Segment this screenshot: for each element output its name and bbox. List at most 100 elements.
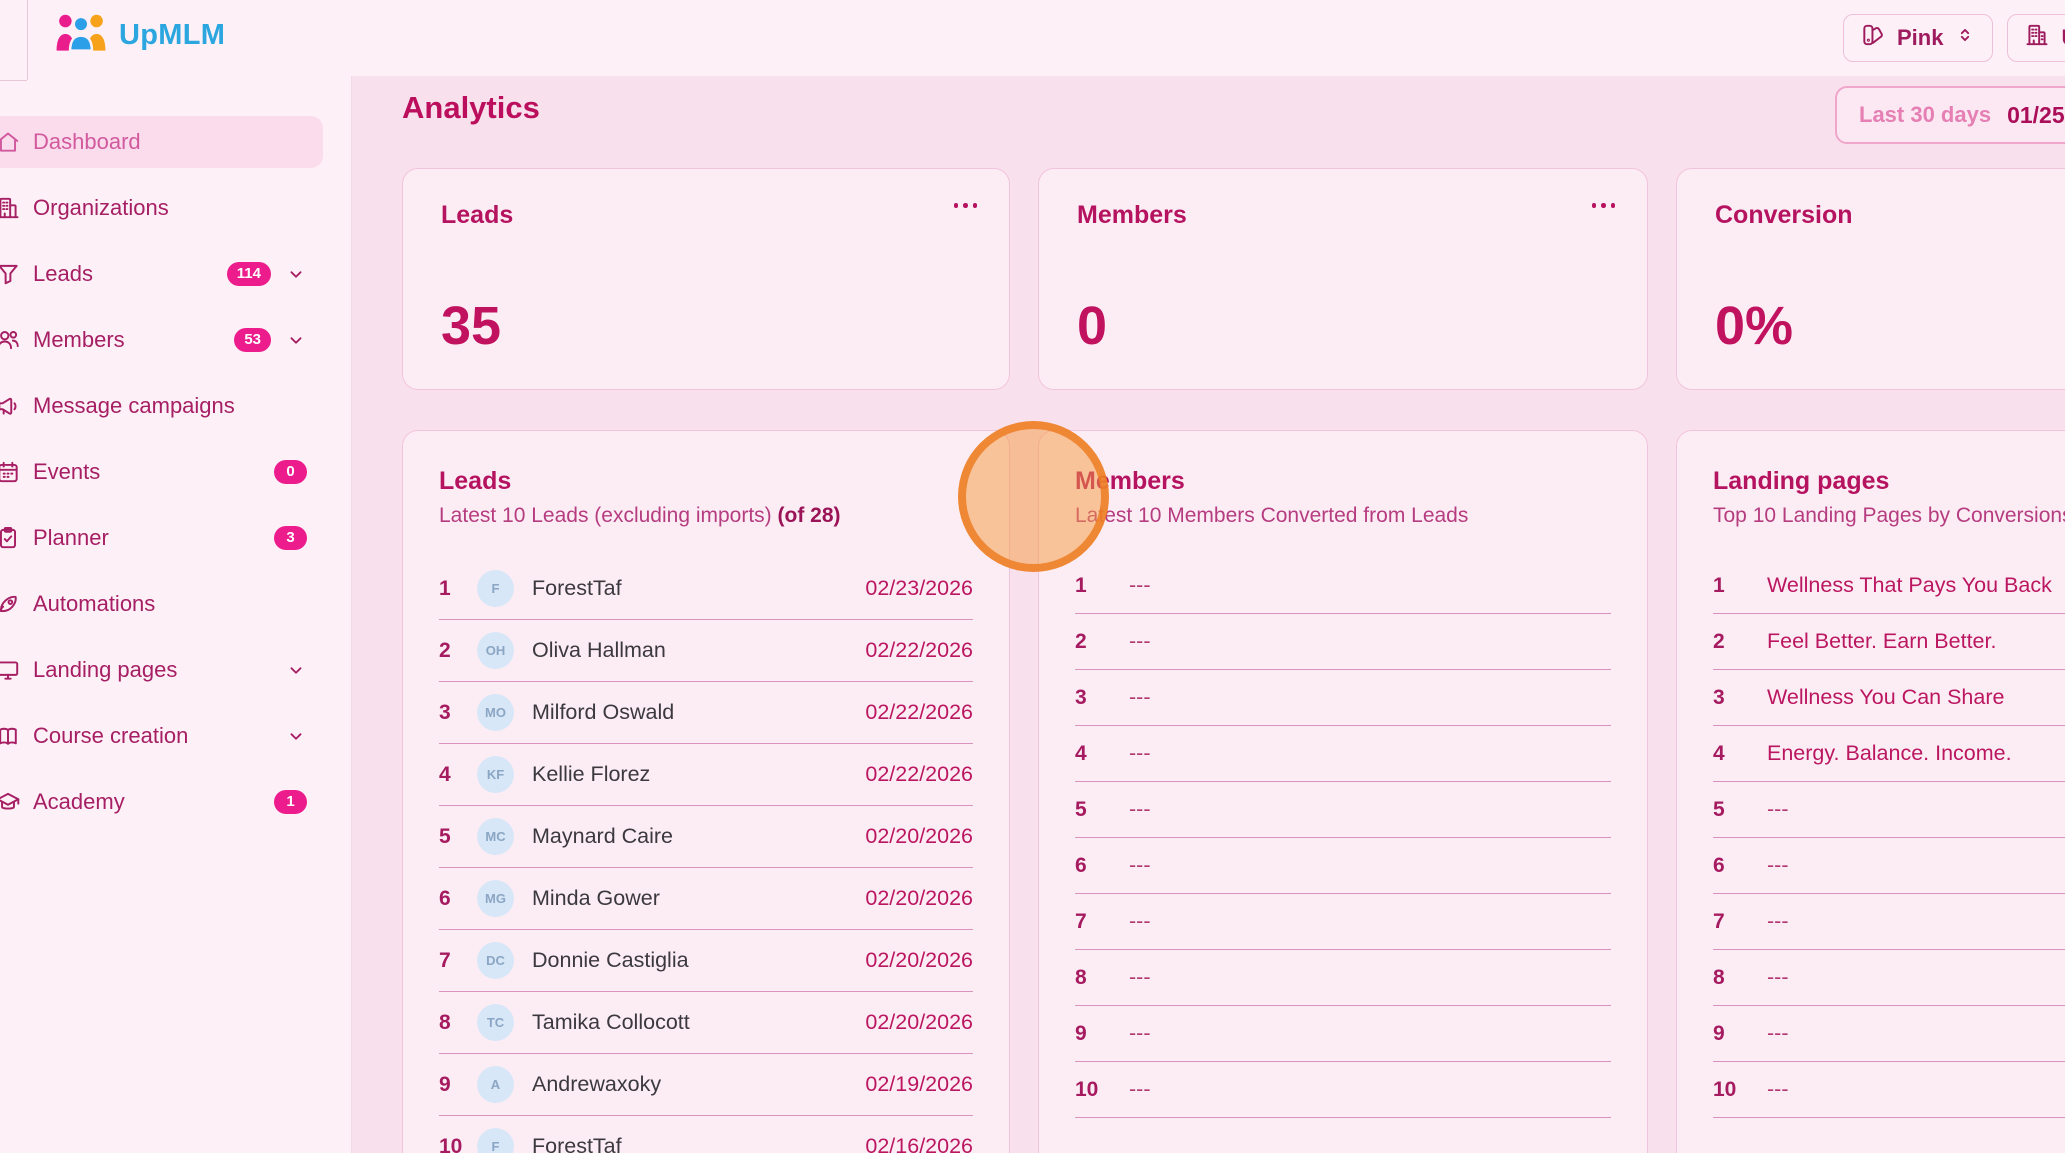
table-row[interactable]: 3 MO Milford Oswald 02/22/2026: [439, 682, 973, 744]
table-row[interactable]: 5 MC Maynard Caire 02/20/2026: [439, 806, 973, 868]
lead-name: Andrewaxoky: [532, 1072, 661, 1097]
stat-card-value: 0%: [1715, 299, 2065, 353]
building-icon: [2024, 22, 2050, 54]
ellipsis-menu-button[interactable]: [1592, 203, 1616, 208]
row-rank: 8: [1075, 966, 1101, 990]
table-row: 9 ---: [1713, 1006, 2065, 1062]
lead-date: 02/20/2026: [865, 824, 973, 849]
topbar-actions: Pink U: [1843, 14, 2065, 62]
table-row[interactable]: 2 Feel Better. Earn Better.: [1713, 614, 2065, 670]
table-row[interactable]: 3 Wellness You Can Share: [1713, 670, 2065, 726]
landing-page-name[interactable]: Energy. Balance. Income.: [1767, 741, 2012, 766]
avatar: OH: [477, 632, 514, 669]
sidebar-item-leads[interactable]: Leads 114: [0, 248, 323, 300]
member-placeholder: ---: [1129, 629, 1150, 654]
row-rank: 5: [1075, 798, 1101, 822]
chevron-down-icon[interactable]: [285, 725, 307, 747]
leads-list-card: Leads Latest 10 Leads (excluding imports…: [402, 430, 1010, 1153]
leads-rows: 1 F ForestTaf 02/23/2026 2 OH Oliva Hall…: [439, 558, 973, 1153]
people-icon: [0, 327, 21, 353]
lead-date: 02/23/2026: [865, 576, 973, 601]
landing-page-placeholder: ---: [1767, 909, 1788, 934]
table-row[interactable]: 8 TC Tamika Collocott 02/20/2026: [439, 992, 973, 1054]
sidebar-item-course-creation[interactable]: Course creation: [0, 710, 323, 762]
count-badge: 114: [227, 262, 271, 287]
table-row[interactable]: 7 DC Donnie Castiglia 02/20/2026: [439, 930, 973, 992]
row-rank: 1: [1713, 574, 1739, 598]
date-range-filter[interactable]: Last 30 days 01/25/20: [1835, 86, 2065, 144]
organization-name: U: [2061, 25, 2065, 51]
lead-name: Donnie Castiglia: [532, 948, 689, 973]
table-row: 1 ---: [1075, 558, 1611, 614]
table-row[interactable]: 1 Wellness That Pays You Back: [1713, 558, 2065, 614]
sidebar-item-automations[interactable]: Automations: [0, 578, 323, 630]
landing-pages-list-card: Landing pages Top 10 Landing Pages by Co…: [1676, 430, 2065, 1153]
list-subtitle: Latest 10 Members Converted from Leads: [1075, 504, 1611, 528]
table-row[interactable]: 1 F ForestTaf 02/23/2026: [439, 558, 973, 620]
sidebar-item-planner[interactable]: Planner 3: [0, 512, 323, 564]
lead-name: Oliva Hallman: [532, 638, 666, 663]
table-row[interactable]: 6 MG Minda Gower 02/20/2026: [439, 868, 973, 930]
graduation-cap-icon: [0, 789, 21, 815]
list-title: Landing pages: [1713, 467, 2065, 496]
chevron-down-icon[interactable]: [285, 329, 307, 351]
stat-card-conversion: Conversion 0%: [1676, 168, 2065, 390]
avatar: DC: [477, 942, 514, 979]
list-title: Leads: [439, 467, 973, 496]
avatar: F: [477, 1128, 514, 1153]
table-row: 8 ---: [1713, 950, 2065, 1006]
stat-card-title: Members: [1077, 201, 1609, 230]
row-rank: 4: [439, 763, 465, 787]
sidebar-item-dashboard[interactable]: Dashboard: [0, 116, 323, 168]
list-cards-row: Leads Latest 10 Leads (excluding imports…: [402, 430, 2065, 1153]
sidebar-item-events[interactable]: Events 0: [0, 446, 323, 498]
member-placeholder: ---: [1129, 1021, 1150, 1046]
sidebar-item-organizations[interactable]: Organizations: [0, 182, 323, 234]
app-root: UpMLM Pink: [0, 0, 2065, 1153]
lead-date: 02/19/2026: [865, 1072, 973, 1097]
sidebar-item-academy[interactable]: Academy 1: [0, 776, 323, 828]
chevron-up-down-icon: [1954, 24, 1976, 52]
chevron-down-icon[interactable]: [285, 659, 307, 681]
row-rank: 8: [439, 1011, 465, 1035]
sidebar-item-landing-pages[interactable]: Landing pages: [0, 644, 323, 696]
lead-date: 02/20/2026: [865, 886, 973, 911]
brand-name: UpMLM: [119, 19, 225, 52]
row-rank: 3: [1713, 686, 1739, 710]
landing-page-name[interactable]: Wellness That Pays You Back: [1767, 573, 2052, 598]
row-rank: 6: [1075, 854, 1101, 878]
page-title: Analytics: [402, 90, 540, 126]
window-edge-line: [27, 0, 28, 80]
row-rank: 4: [1075, 742, 1101, 766]
table-row[interactable]: 10 F ForestTaf 02/16/2026: [439, 1116, 973, 1153]
table-row[interactable]: 4 Energy. Balance. Income.: [1713, 726, 2065, 782]
theme-select-button[interactable]: Pink: [1843, 14, 1993, 62]
lead-name: ForestTaf: [532, 1134, 622, 1153]
table-row[interactable]: 9 A Andrewaxoky 02/19/2026: [439, 1054, 973, 1116]
table-row: 6 ---: [1713, 838, 2065, 894]
stat-card-title: Conversion: [1715, 201, 2065, 230]
organization-button[interactable]: U: [2007, 14, 2065, 62]
people-group-logo-icon: [55, 13, 107, 58]
landing-page-name[interactable]: Feel Better. Earn Better.: [1767, 629, 1996, 654]
member-placeholder: ---: [1129, 573, 1150, 598]
table-row[interactable]: 4 KF Kellie Florez 02/22/2026: [439, 744, 973, 806]
avatar: MO: [477, 694, 514, 731]
avatar: F: [477, 570, 514, 607]
sidebar-item-label: Planner: [33, 525, 109, 551]
row-rank: 8: [1713, 966, 1739, 990]
row-rank: 7: [439, 949, 465, 973]
sidebar-item-message-campaigns[interactable]: Message campaigns: [0, 380, 323, 432]
lead-date: 02/22/2026: [865, 638, 973, 663]
table-row[interactable]: 2 OH Oliva Hallman 02/22/2026: [439, 620, 973, 682]
landing-page-name[interactable]: Wellness You Can Share: [1767, 685, 2004, 710]
row-rank: 4: [1713, 742, 1739, 766]
brand-logo[interactable]: UpMLM: [55, 13, 225, 58]
color-swatch-icon: [1860, 22, 1886, 54]
ellipsis-menu-button[interactable]: [954, 203, 978, 208]
chevron-down-icon[interactable]: [285, 263, 307, 285]
member-placeholder: ---: [1129, 853, 1150, 878]
sidebar-item-members[interactable]: Members 53: [0, 314, 323, 366]
lead-name: Maynard Caire: [532, 824, 673, 849]
row-rank: 1: [439, 577, 465, 601]
